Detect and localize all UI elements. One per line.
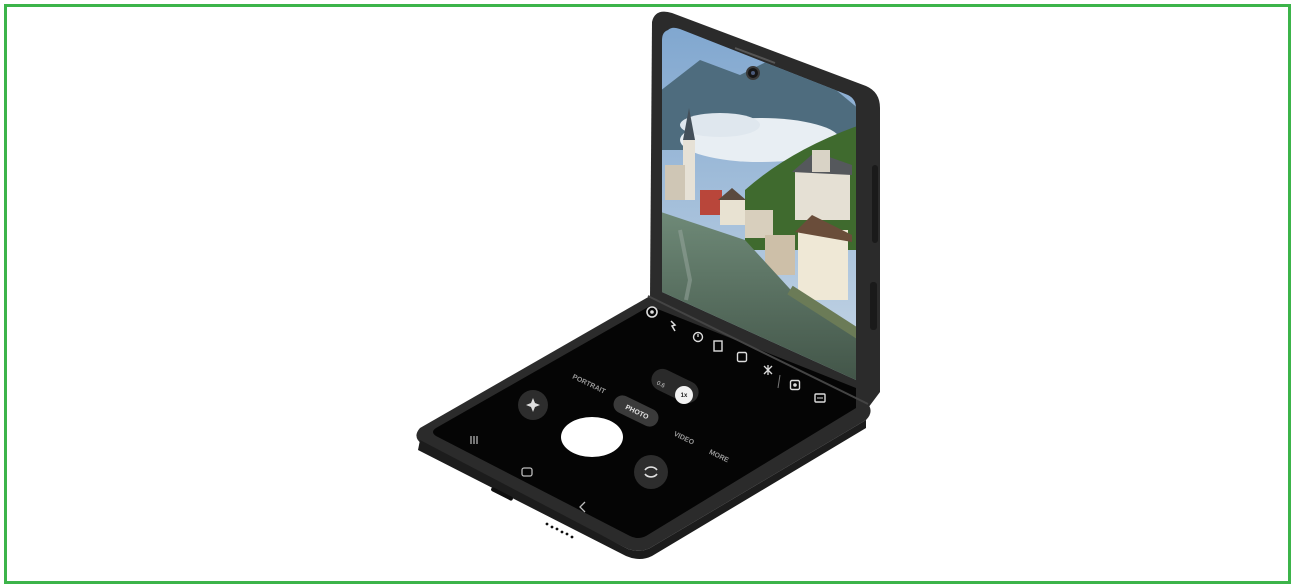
zoom-standard-label: 1x bbox=[681, 393, 688, 399]
switch-camera-icon[interactable] bbox=[634, 455, 668, 489]
power-button[interactable] bbox=[870, 282, 877, 330]
gallery-thumbnail-icon[interactable] bbox=[518, 390, 548, 420]
shutter-button[interactable] bbox=[561, 417, 623, 457]
volume-button[interactable] bbox=[872, 165, 878, 243]
galaxy-flip-illustration: 0.6 1x PORTRAIT PHOTO VIDEO MORE bbox=[416, 11, 880, 559]
